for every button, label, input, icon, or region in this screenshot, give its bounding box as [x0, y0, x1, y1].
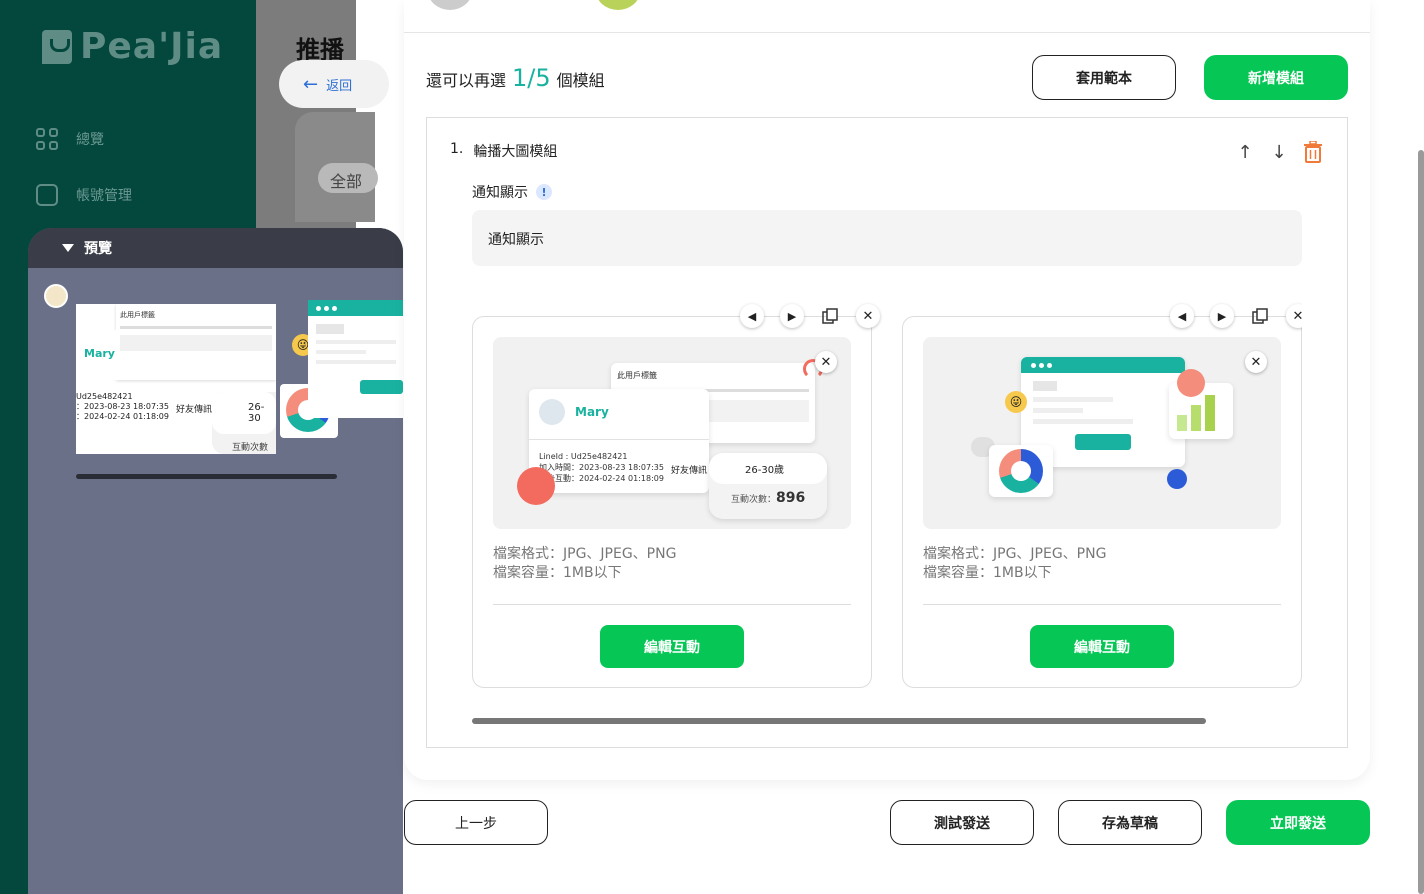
file-requirements: 檔案格式：JPG、JPEG、PNG 檔案容量：1MB以下: [923, 545, 1106, 583]
close-icon[interactable]: ✕: [815, 351, 837, 373]
target-icon: [517, 467, 555, 505]
emoji-icon: 😜: [1005, 391, 1027, 413]
illustration-line-id: LineId : Ud25e482421: [539, 452, 628, 461]
preview-title: 預覽: [84, 241, 112, 257]
remaining-modules: 還可以再選 1/5 個模組: [426, 64, 605, 92]
thumbs-up-icon: [1167, 469, 1187, 489]
sidebar-item-overview[interactable]: 總覽: [36, 128, 104, 150]
carousel-scrollbar[interactable]: [472, 718, 1206, 724]
sidebar-item-accounts[interactable]: 帳號管理: [36, 184, 132, 206]
add-module-button[interactable]: 新增模組: [1204, 55, 1348, 100]
test-send-button[interactable]: 測試發送: [890, 800, 1034, 845]
arrow-down-icon[interactable]: ↓: [1268, 141, 1290, 163]
preview-join-time: ：2023-08-23 18:07:35: [76, 402, 169, 411]
illustration-count: 896: [776, 490, 806, 506]
move-left-icon[interactable]: ◀: [1170, 304, 1194, 328]
preview-panel: 預覽 此用戶標籤 Mary Ud25e482421 ：2023-08-23 18…: [28, 228, 403, 894]
move-right-icon[interactable]: ▶: [780, 304, 804, 328]
notify-input[interactable]: 通知顯示: [472, 210, 1302, 266]
preview-age: 26-30: [212, 392, 276, 434]
file-size-text: 檔案容量：1MB以下: [923, 565, 1052, 581]
notify-field-label: 通知顯示 !: [472, 182, 552, 202]
brand-logo[interactable]: Pea'Jia: [42, 26, 223, 67]
send-now-button[interactable]: 立即發送: [1226, 800, 1370, 845]
notify-label-text: 通知顯示: [472, 185, 528, 201]
donut-chart-icon: [989, 445, 1053, 497]
arrow-up-icon[interactable]: ↑: [1234, 141, 1256, 163]
illustration-age: 26-30歲: [709, 453, 827, 484]
remain-count: 1/5: [512, 64, 551, 92]
arrow-left-icon: ←: [303, 73, 319, 95]
grid-icon: [36, 128, 58, 150]
caret-down-icon: [62, 244, 74, 252]
carousel-slides: 此用戶標籤 Mary LineId : Ud25e482421 加入時間：202…: [472, 300, 1302, 700]
back-label: 返回: [326, 78, 353, 94]
filter-chip[interactable]: 全部: [318, 163, 378, 193]
remain-suffix: 個模組: [556, 71, 605, 90]
preview-header[interactable]: 預覽: [28, 228, 403, 268]
preview-next-image: [308, 300, 403, 418]
preview-carousel-image: 此用戶標籤 Mary Ud25e482421 ：2023-08-23 18:07…: [76, 304, 276, 454]
sidebar-item-label: 帳號管理: [76, 188, 132, 204]
trash-icon[interactable]: [1302, 141, 1324, 163]
copy-icon[interactable]: [1248, 304, 1272, 328]
divider: [923, 604, 1281, 605]
slide-image[interactable]: 😜 ✕: [923, 337, 1281, 529]
module-index: 1.: [450, 141, 464, 157]
brand-name: Pea'Jia: [80, 26, 224, 67]
illustration-friend-label: 好友傳訊: [671, 466, 708, 476]
illustration-join-time: 加入時間：2023-08-23 18:07:35: [539, 463, 664, 472]
edit-interaction-button[interactable]: 編輯互動: [600, 625, 744, 668]
module-name: 輪播大圖模組: [473, 144, 558, 160]
preview-friend-label: 好友傳訊: [176, 405, 213, 415]
move-left-icon[interactable]: ◀: [740, 304, 764, 328]
slide-image[interactable]: 此用戶標籤 Mary LineId : Ud25e482421 加入時間：202…: [493, 337, 851, 529]
page-scrollbar[interactable]: [1418, 150, 1424, 894]
move-right-icon[interactable]: ▶: [1210, 304, 1234, 328]
save-draft-button[interactable]: 存為草稿: [1058, 800, 1202, 845]
avatar: [44, 284, 68, 308]
heart-icon: [1177, 369, 1205, 397]
preview-interact-time: ：2024-02-24 01:18:09: [76, 412, 169, 421]
close-icon[interactable]: ✕: [1245, 351, 1267, 373]
logo-mark-icon: [42, 29, 72, 64]
preview-name: Mary: [84, 347, 115, 360]
preview-card-title: 此用戶標籤: [120, 311, 155, 319]
sidebar-item-label: 總覽: [76, 132, 104, 148]
divider: [404, 32, 1370, 33]
user-icon: [36, 184, 58, 206]
info-icon[interactable]: !: [536, 184, 552, 200]
illustration-card-title: 此用戶標籤: [617, 371, 657, 380]
preview-interact-label: 互動次數: [232, 443, 269, 453]
illustration-count-label: 互動次數：: [731, 495, 777, 505]
carousel-slide: 此用戶標籤 Mary LineId : Ud25e482421 加入時間：202…: [472, 316, 872, 688]
remain-prefix: 還可以再選: [426, 71, 507, 90]
remove-slide-icon[interactable]: ✕: [856, 304, 880, 328]
carousel-slide: 😜 ✕ 檔案格式：JPG、JPEG、PNG 檔案容量：1MB以下 編輯互動: [902, 316, 1302, 688]
file-requirements: 檔案格式：JPG、JPEG、PNG 檔案容量：1MB以下: [493, 545, 676, 583]
apply-template-button[interactable]: 套用範本: [1032, 55, 1176, 100]
file-format-text: 檔案格式：JPG、JPEG、PNG: [493, 546, 677, 562]
illustration-name: Mary: [575, 405, 609, 419]
previous-step-button[interactable]: 上一步: [404, 800, 548, 845]
preview-line-id: Ud25e482421: [76, 392, 133, 401]
preview-scrollbar[interactable]: [76, 474, 337, 479]
back-button[interactable]: ← 返回: [279, 60, 389, 108]
copy-icon[interactable]: [818, 304, 842, 328]
edit-interaction-button[interactable]: 編輯互動: [1030, 625, 1174, 668]
illustration-interact-time: 最後互動：2024-02-24 01:18:09: [539, 474, 664, 483]
divider: [493, 604, 851, 605]
module-title: 1. 輪播大圖模組: [450, 141, 557, 161]
file-size-text: 檔案容量：1MB以下: [493, 565, 622, 581]
file-format-text: 檔案格式：JPG、JPEG、PNG: [923, 546, 1107, 562]
